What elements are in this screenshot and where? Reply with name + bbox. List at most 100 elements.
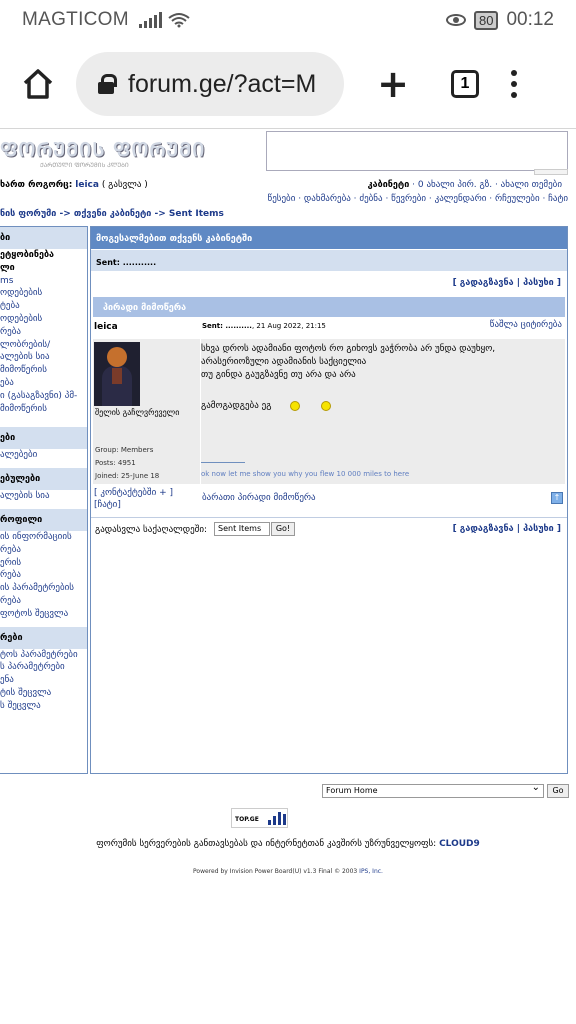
sidebar-item[interactable]: რება: [0, 595, 87, 608]
sidebar-item[interactable]: ი (გასაგზავნი) პმ-: [0, 390, 87, 403]
ips-link[interactable]: IPS, Inc.: [359, 868, 383, 875]
move-label: გადასვლა საქაღალდეში:: [95, 525, 208, 535]
new-pm-link[interactable]: · 0 ახალი პირ. გზ. · ახალი თემები: [412, 180, 562, 190]
sidebar-item[interactable]: ენა: [0, 674, 87, 687]
forward-reply-links[interactable]: [ გადაგზავნა | პასუხი ]: [91, 271, 567, 291]
sidebar-item[interactable]: რება: [0, 326, 87, 339]
page-divider: [0, 128, 576, 129]
sidebar-section-head: რები: [0, 626, 87, 649]
wifi-icon: [168, 12, 190, 28]
sidebar-item[interactable]: ფოტოს შეცვლა: [0, 608, 87, 621]
post-line: გამოგადგება ეგ: [201, 401, 272, 411]
counter-text: TOP.GE: [235, 816, 259, 823]
url-text: forum.ge/?act=M: [128, 69, 317, 98]
member-joined: Joined: 25-June 18: [95, 472, 160, 480]
tab-switcher-button[interactable]: 1: [442, 40, 488, 128]
sidebar-item[interactable]: ms: [0, 275, 87, 288]
address-bar[interactable]: forum.ge/?act=M: [76, 52, 344, 116]
sidebar-section-head: ები: [0, 427, 87, 450]
sidebar-item[interactable]: ალების სია: [0, 351, 87, 364]
card-pm-link[interactable]: ბარათი პირადი მიმოწერა: [202, 493, 316, 503]
post-line: სხვა დროს ადამიანი ფოტოს რო გიხოვს ვაჭრო…: [201, 344, 496, 354]
sponsor-link[interactable]: CLOUD9: [439, 839, 480, 849]
signature-separator: [201, 462, 245, 463]
sidebar-item[interactable]: ალებები: [0, 449, 87, 462]
breadcrumb[interactable]: ნის ფორუმი -> თქვენი კაბინეტი -> Sent It…: [0, 209, 224, 219]
avatar: [94, 342, 140, 406]
sidebar-item[interactable]: ალების სია: [0, 490, 87, 503]
author-info: შელის გაჩლვრეველი Group: Members Posts: …: [93, 339, 200, 484]
sidebar-item[interactable]: ს შეცვლა: [0, 700, 87, 713]
member-group: Group: Members: [95, 446, 154, 454]
sidebar-item[interactable]: ება: [0, 377, 87, 390]
sidebar-item[interactable]: ტოს პარამეტრები: [0, 649, 87, 662]
sidebar-item[interactable]: ოდებების: [0, 313, 87, 326]
sent-header: Sent: ...........: [91, 249, 567, 271]
clock: 00:12: [506, 9, 554, 30]
nav-links[interactable]: წესები · დახმარება · ძებნა · წევრები · კ…: [268, 194, 568, 204]
home-icon: [23, 69, 53, 99]
sponsor-text: ფორუმის სერვერების განთავსებას და ინტერნ…: [96, 839, 437, 849]
cabinet-link[interactable]: კაბინეტი: [368, 180, 410, 190]
post-date-label: Sent: ..........: [202, 322, 252, 330]
ad-banner[interactable]: [266, 131, 568, 171]
delete-quote-links[interactable]: წაშლა ციტირება: [490, 320, 562, 330]
forum-jump-go-button[interactable]: Go: [547, 784, 569, 798]
post-author[interactable]: leica: [94, 322, 118, 332]
sidebar-item[interactable]: რება: [0, 569, 87, 582]
sidebar-item[interactable]: ის პარამეტრების: [0, 582, 87, 595]
folder-select[interactable]: Sent Items: [214, 522, 270, 536]
sidebar-item[interactable]: ოდებების: [0, 287, 87, 300]
smiley-icon: [321, 400, 332, 411]
logged-in-prefix: ხართ როგორც:: [0, 180, 73, 190]
message-panel: მოგესალმებით თქვენს კაბინეტში Sent: ....…: [90, 226, 568, 774]
scroll-top-icon[interactable]: ↑: [551, 492, 563, 504]
lock-icon: [98, 74, 117, 94]
sidebar-item[interactable]: რება: [0, 544, 87, 557]
forum-logo[interactable]: ᲤᲝᲠᲣᲛᲘᲡ ᲤᲝᲠᲣᲛᲘ ᲥᲐᲠᲗᲣᲚᲘ ᲤᲝᲠᲣᲛᲘᲡ ᲙᲚᲣᲑᲘ: [0, 134, 204, 174]
sidebar-item[interactable]: ის ინფორმაციის: [0, 531, 87, 544]
chat-link[interactable]: [ჩატი]: [94, 499, 173, 511]
sponsor-line: ფორუმის სერვერების განთავსებას და ინტერნ…: [0, 839, 576, 849]
sidebar-item[interactable]: ერის: [0, 557, 87, 570]
logo-subtitle: ᲥᲐᲠᲗᲣᲚᲘ ᲤᲝᲠᲣᲛᲘᲡ ᲙᲚᲣᲑᲘ: [40, 162, 129, 169]
sidebar-item[interactable]: ეტყობინება: [0, 249, 87, 262]
browser-menu-button[interactable]: [494, 40, 534, 128]
ad-mini-banner[interactable]: [534, 169, 568, 175]
member-title: შელის გაჩლვრეველი: [95, 408, 180, 417]
username-link[interactable]: leica: [75, 180, 99, 190]
bars-icon: [268, 812, 286, 825]
logo-title: ᲤᲝᲠᲣᲛᲘᲡ ᲤᲝᲠᲣᲛᲘ: [0, 139, 206, 161]
sidebar-item[interactable]: ტება: [0, 300, 87, 313]
bottom-forward-reply-links[interactable]: [ გადაგზავნა | პასუხი ]: [453, 524, 561, 534]
carrier-name: MAGTICOM: [22, 9, 129, 30]
sidebar-item[interactable]: ლი: [0, 262, 87, 275]
new-tab-button[interactable]: +: [344, 40, 442, 128]
sidebar-section-head: ებულები: [0, 468, 87, 491]
forum-jump-select[interactable]: Forum Home: [322, 782, 544, 798]
sidebar-item[interactable]: ს პარამეტრები: [0, 661, 87, 674]
logout-link[interactable]: ( გასვლა ): [102, 180, 148, 190]
sidebar-item[interactable]: ტის შეცვლა: [0, 687, 87, 700]
sidebar-item[interactable]: მიმოწერის: [0, 403, 87, 416]
move-go-button[interactable]: Go!: [271, 522, 295, 536]
top-ge-counter[interactable]: TOP.GE: [231, 808, 288, 828]
post-line: არასერიოზული ადამიანის საქციელია: [201, 357, 367, 367]
post-line: თუ გინდა გაუგზავნე თუ არა და არა: [201, 370, 356, 380]
sidebar-item[interactable]: ლობრების/: [0, 339, 87, 352]
smiley-icon: [290, 400, 301, 411]
sidebar-section-head: ბი: [0, 227, 87, 249]
post-footer: [ კონტაქტებში + ] [ჩატი] ბარათი პირადი მ…: [93, 487, 565, 515]
eye-comfort-icon: [445, 14, 466, 26]
section-title: პირადი მიმოწერა: [93, 297, 565, 317]
top-links: კაბინეტი · 0 ახალი პირ. გზ. · ახალი თემე…: [368, 180, 562, 190]
cabinet-sidebar: ბი ეტყობინება ლი ms ოდებების ტება ოდებებ…: [0, 226, 88, 774]
contacts-chat: [ კონტაქტებში + ] [ჩატი]: [94, 487, 173, 511]
home-button[interactable]: [0, 40, 76, 128]
sidebar-item[interactable]: მიმოწერის: [0, 364, 87, 377]
post-body: სხვა დროს ადამიანი ფოტოს რო გიხოვს ვაჭრო…: [201, 343, 495, 413]
member-posts: Posts: 4951: [95, 459, 136, 467]
battery-icon: 80: [473, 10, 499, 30]
add-contact-link[interactable]: [ კონტაქტებში + ]: [94, 487, 173, 499]
plus-icon: +: [377, 62, 409, 106]
